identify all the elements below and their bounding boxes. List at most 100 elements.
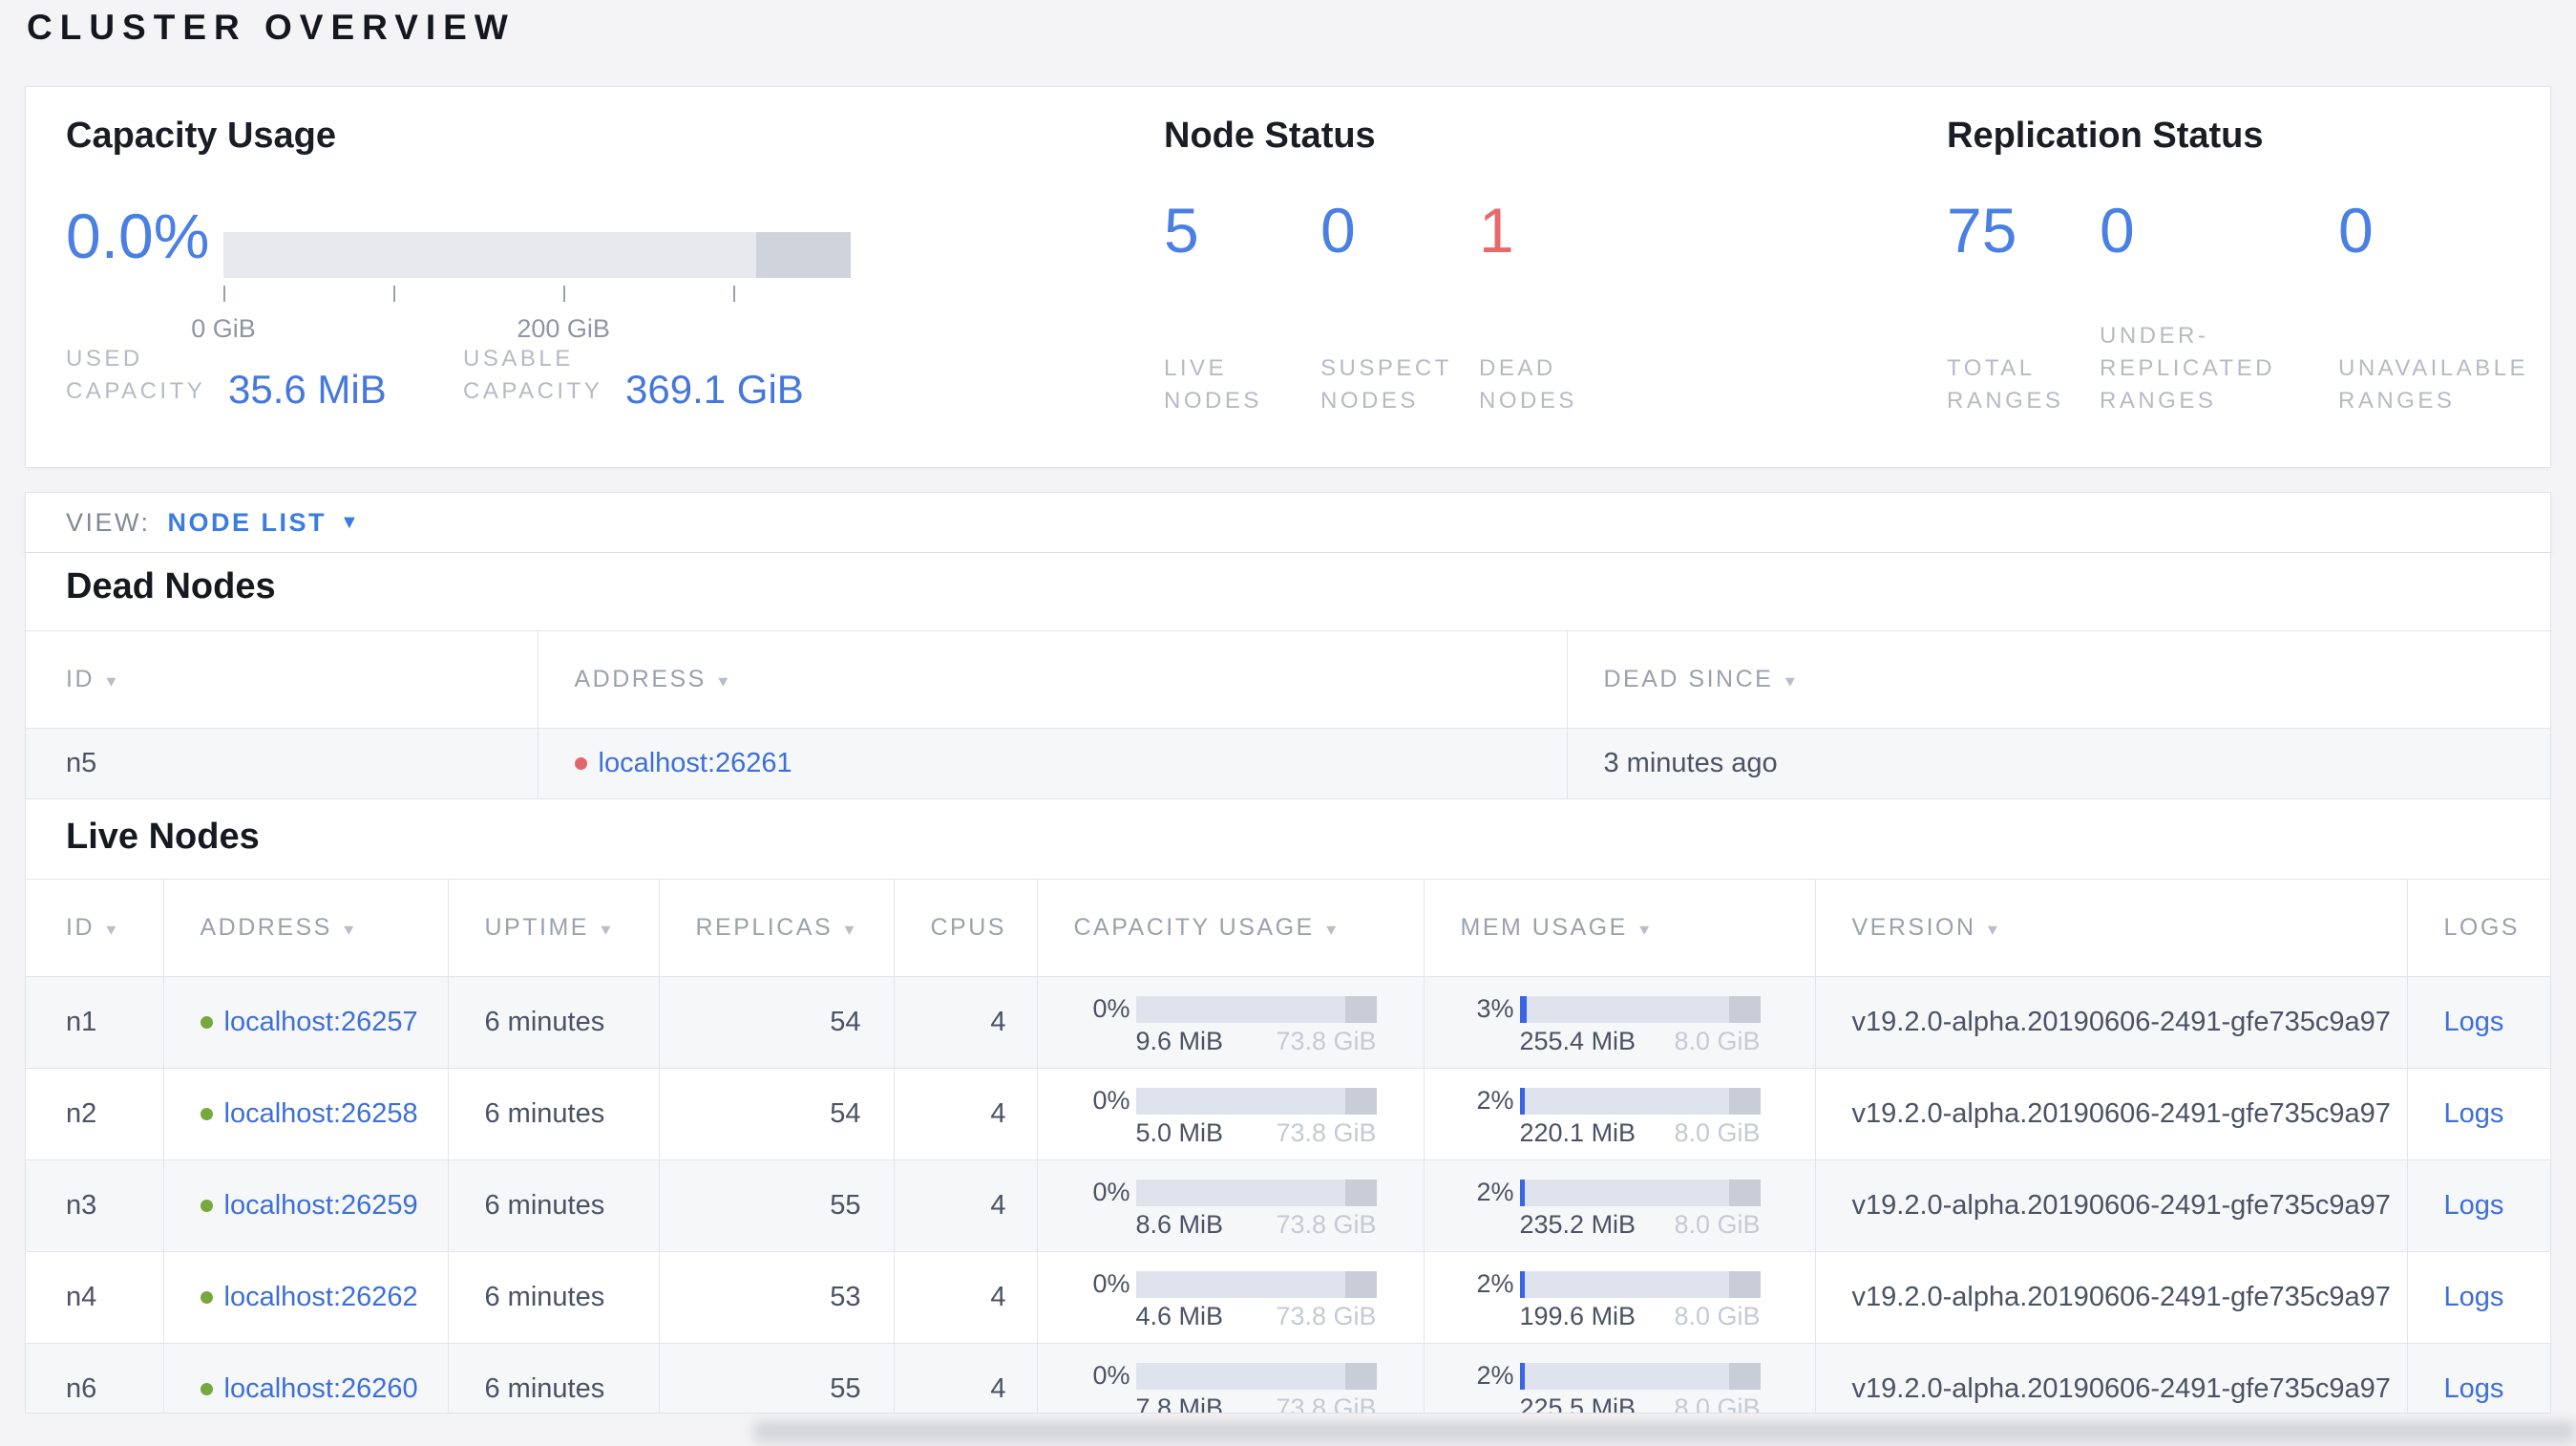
- node-id-cell: n4: [66, 1282, 97, 1312]
- sort-icon: ▼: [340, 922, 360, 939]
- capacity-used-value: 7.8 MiB: [1135, 1393, 1224, 1414]
- node-id-cell: n1: [66, 1007, 97, 1037]
- axis-tick-label-200: 200 GiB: [517, 314, 610, 343]
- node-address-link[interactable]: localhost:26259: [224, 1190, 418, 1222]
- dead-col-header-id[interactable]: ID ▼: [26, 631, 538, 729]
- capacity-percent: 0%: [1092, 994, 1130, 1023]
- capacity-usage-cell: 0% 8.6 MiB 73.8 GiB: [1036, 1159, 1424, 1252]
- mem-percent: 2%: [1476, 1269, 1514, 1298]
- mem-percent: 3%: [1476, 994, 1514, 1023]
- dead-status-dot-icon: [574, 757, 587, 770]
- page-title: CLUSTER OVERVIEW: [27, 8, 516, 47]
- uptime-cell: 6 minutes: [447, 1343, 659, 1413]
- version-cell: v19.2.0-alpha.20190606-2491-gfe735c9a97: [1814, 1068, 2407, 1160]
- logs-link[interactable]: Logs: [2444, 1098, 2504, 1129]
- sort-icon: ▼: [1984, 922, 2003, 939]
- logs-cell: Logs: [2406, 976, 2550, 1069]
- node-address-link[interactable]: localhost:26258: [224, 1098, 418, 1130]
- uptime-cell: 6 minutes: [447, 1159, 659, 1252]
- mem-used-value: 199.6 MiB: [1519, 1302, 1636, 1330]
- capacity-bar: [1135, 996, 1377, 1023]
- node-address-link[interactable]: localhost:26261: [599, 748, 792, 779]
- bottom-window-shadow: [754, 1423, 2576, 1446]
- col-header-version[interactable]: VERSION ▼: [1814, 879, 2407, 977]
- replicas-cell: 55: [658, 1159, 894, 1252]
- mem-total-value: 8.0 GiB: [1674, 1302, 1761, 1330]
- usable-capacity-stat: USABLE CAPACITY 369.1 GiB: [463, 343, 804, 411]
- cpus-cell: 4: [893, 976, 1037, 1069]
- view-selector-dropdown[interactable]: NODE LIST ▼: [168, 508, 362, 538]
- total-ranges-label: TOTAL RANGES: [1947, 355, 2064, 414]
- mem-usage-cell: 2% 225.5 MiB 8.0 GiB: [1423, 1343, 1815, 1413]
- replicas-cell: 54: [658, 976, 894, 1069]
- capacity-usage-cell: 0% 7.8 MiB 73.8 GiB: [1036, 1343, 1424, 1414]
- node-address-cell: localhost:26259: [162, 1159, 448, 1252]
- live-node-row: n3 localhost:26259 6 minutes 55 4 0% 8.6…: [26, 1159, 2550, 1252]
- capacity-bar-end-segment: [756, 232, 851, 278]
- live-status-dot-icon: [200, 1108, 213, 1120]
- capacity-total-value: 73.8 GiB: [1276, 1118, 1377, 1147]
- under-replicated-label: UNDER-REPLICATED RANGES: [2100, 323, 2275, 414]
- suspect-nodes-label: SUSPECT NODES: [1320, 355, 1452, 414]
- summary-card: Capacity Usage 0.0% 0 GiB 200 GiB USED C…: [25, 86, 2551, 468]
- logs-link[interactable]: Logs: [2444, 1373, 2504, 1404]
- logs-link[interactable]: Logs: [2444, 1190, 2504, 1221]
- capacity-total-value: 73.8 GiB: [1276, 1302, 1377, 1330]
- version-cell: v19.2.0-alpha.20190606-2491-gfe735c9a97: [1814, 1343, 2407, 1413]
- mem-used-value: 220.1 MiB: [1519, 1118, 1636, 1147]
- col-header-id[interactable]: ID ▼: [26, 880, 163, 977]
- capacity-total-value: 73.8 GiB: [1276, 1210, 1377, 1239]
- node-address-link[interactable]: localhost:26260: [224, 1373, 418, 1405]
- node-address-link[interactable]: localhost:26262: [224, 1282, 418, 1313]
- col-header-replicas[interactable]: REPLICAS ▼: [658, 879, 894, 977]
- dead-nodes-heading: Dead Nodes: [66, 566, 276, 606]
- live-node-row: n4 localhost:26262 6 minutes 53 4 0% 4.6…: [26, 1251, 2550, 1344]
- col-header-uptime[interactable]: UPTIME ▼: [447, 879, 659, 977]
- col-header-address[interactable]: ADDRESS ▼: [162, 879, 448, 977]
- axis-tick-label-0: 0 GiB: [191, 314, 256, 343]
- col-header-cpus[interactable]: CPUS: [893, 879, 1037, 977]
- dead-since-cell: 3 minutes ago: [1566, 728, 2550, 799]
- cpus-cell: 4: [893, 1159, 1037, 1252]
- mem-usage-cell: 2% 199.6 MiB 8.0 GiB: [1423, 1251, 1815, 1344]
- logs-link[interactable]: Logs: [2444, 1007, 2504, 1037]
- node-address-cell: localhost:26260: [162, 1343, 448, 1413]
- version-cell: v19.2.0-alpha.20190606-2491-gfe735c9a97: [1814, 1251, 2407, 1344]
- capacity-usage-cell: 0% 5.0 MiB 73.8 GiB: [1036, 1068, 1424, 1160]
- unavailable-ranges-count: 0: [2338, 195, 2374, 266]
- capacity-usage-cell: 0% 9.6 MiB 73.8 GiB: [1036, 976, 1424, 1069]
- replicas-cell: 54: [658, 1068, 894, 1160]
- sort-icon: ▼: [103, 673, 122, 691]
- col-header-capacity-usage[interactable]: CAPACITY USAGE ▼: [1036, 879, 1424, 977]
- node-status-title: Node Status: [1164, 116, 1376, 156]
- mem-used-value: 255.4 MiB: [1519, 1027, 1636, 1055]
- capacity-total-value: 73.8 GiB: [1276, 1393, 1377, 1414]
- cpus-cell: 4: [893, 1068, 1037, 1160]
- logs-link[interactable]: Logs: [2444, 1282, 2504, 1312]
- view-selected-option: NODE LIST: [167, 507, 327, 537]
- col-header-mem-usage[interactable]: MEM USAGE ▼: [1423, 879, 1815, 977]
- mem-usage-cell: 3% 255.4 MiB 8.0 GiB: [1423, 976, 1815, 1069]
- sort-icon: ▼: [1322, 922, 1342, 939]
- logs-cell: Logs: [2406, 1251, 2550, 1344]
- node-address-cell: localhost:26262: [162, 1251, 448, 1344]
- capacity-used-value: 9.6 MiB: [1135, 1027, 1224, 1055]
- dead-nodes-count: 1: [1479, 195, 1514, 266]
- node-address-cell: localhost:26258: [162, 1068, 448, 1160]
- capacity-total-value: 73.8 GiB: [1276, 1027, 1377, 1055]
- node-id-cell: n3: [66, 1190, 97, 1221]
- live-nodes-heading: Live Nodes: [66, 817, 260, 857]
- sort-icon: ▼: [841, 922, 860, 939]
- capacity-bar: [1135, 1271, 1377, 1298]
- capacity-percent: 0%: [1092, 1269, 1130, 1298]
- dead-col-header-address[interactable]: ADDRESS ▼: [537, 630, 1567, 729]
- node-address-link[interactable]: localhost:26257: [224, 1007, 418, 1038]
- dead-col-header-dead-since[interactable]: DEAD SINCE ▼: [1566, 630, 2550, 729]
- live-nodes-count: 5: [1164, 195, 1199, 266]
- capacity-usage-bar: [223, 232, 851, 278]
- suspect-nodes-count: 0: [1320, 195, 1356, 266]
- cpus-cell: 4: [893, 1251, 1037, 1344]
- usable-capacity-label: USABLE CAPACITY: [463, 346, 603, 404]
- usable-capacity-value: 369.1 GiB: [625, 367, 804, 412]
- live-status-dot-icon: [200, 1200, 213, 1212]
